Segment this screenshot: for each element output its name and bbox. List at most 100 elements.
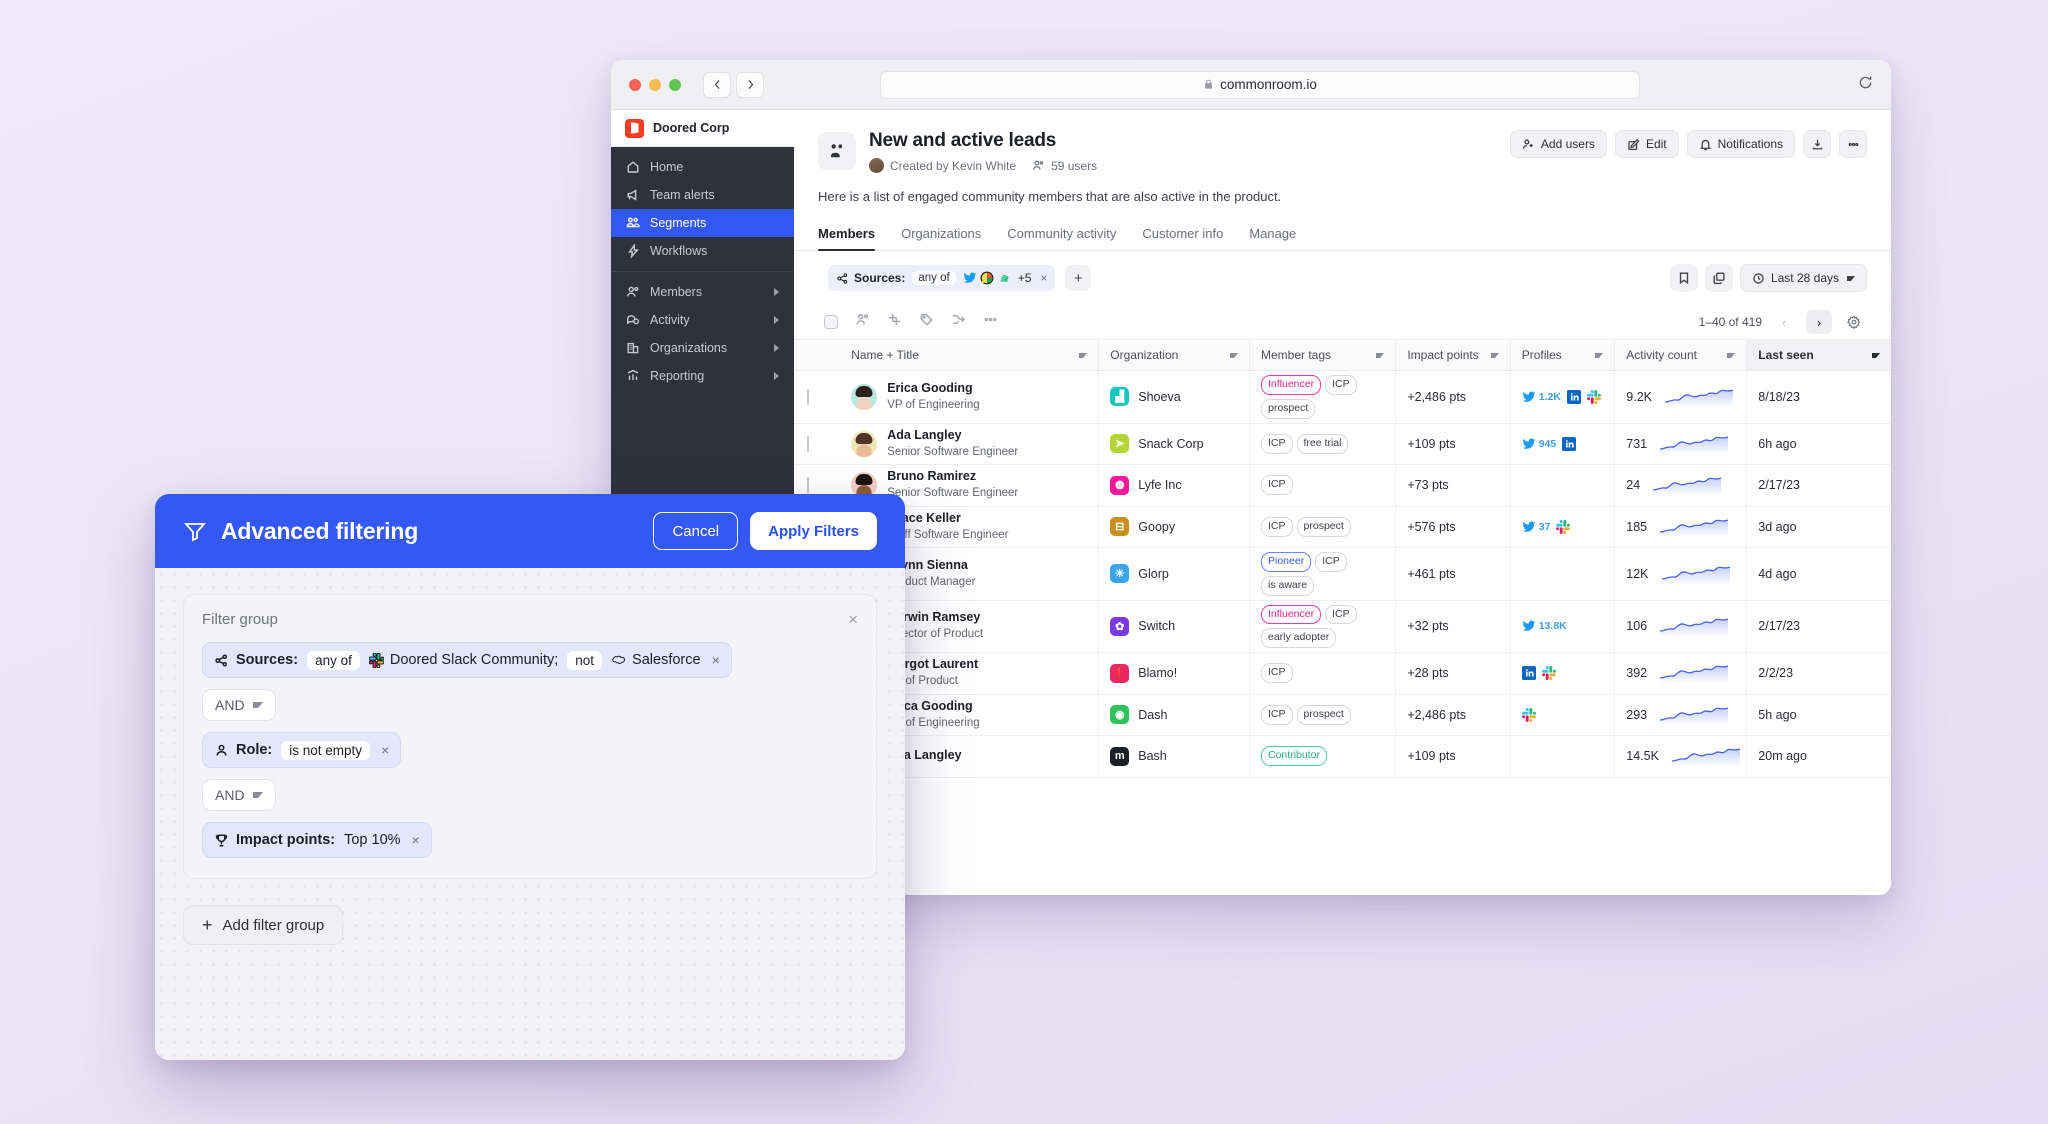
column-impact-points[interactable]: Impact points [1396, 340, 1510, 371]
organization-name[interactable]: Dash [1138, 708, 1167, 722]
member-tag[interactable]: ICP [1325, 605, 1357, 625]
column-organization[interactable]: Organization [1099, 340, 1250, 371]
member-tag[interactable]: early adopter [1261, 628, 1336, 648]
sources-filter-chip[interactable]: Sources: any of +5 × [828, 265, 1055, 291]
browser-nav-buttons[interactable] [703, 72, 764, 98]
maximize-window-button[interactable] [669, 79, 681, 91]
profile-twitter[interactable]: 1.2K [1522, 390, 1561, 404]
sidebar-item-segments[interactable]: Segments [611, 209, 794, 237]
profile-slack[interactable] [1522, 708, 1536, 722]
sidebar-item-workflows[interactable]: Workflows [611, 237, 794, 265]
table-row[interactable]: Ada LangleymBashContributor+109 pts14.5K… [794, 736, 1891, 778]
next-page-button[interactable]: › [1806, 310, 1832, 334]
reload-button[interactable] [1858, 75, 1873, 94]
sidebar-item-home[interactable]: Home [611, 153, 794, 181]
add-users-button[interactable]: Add users [1510, 130, 1607, 158]
merge-icon[interactable] [951, 312, 966, 332]
profile-linkedin[interactable] [1522, 666, 1536, 680]
sources-operator-1[interactable]: any of [307, 651, 360, 670]
sidebar-item-reporting[interactable]: Reporting [611, 362, 794, 390]
tag-icon[interactable] [919, 312, 934, 332]
role-operator[interactable]: is not empty [281, 741, 370, 760]
back-button[interactable] [703, 72, 731, 98]
organization-name[interactable]: Bash [1138, 749, 1167, 763]
table-row[interactable]: Erica GoodingVP of Engineering◉DashICPpr… [794, 694, 1891, 736]
column-member-tags[interactable]: Member tags [1250, 340, 1396, 371]
forward-button[interactable] [736, 72, 764, 98]
member-tag[interactable]: Influencer [1261, 605, 1321, 625]
duplicate-button[interactable] [1705, 264, 1733, 292]
row-checkbox[interactable] [807, 477, 809, 493]
workspace-switcher[interactable]: Doored Corp [611, 110, 794, 147]
more-actions-icon[interactable] [983, 312, 998, 332]
member-tag[interactable]: ICP [1325, 375, 1357, 395]
add-filter-button[interactable]: + [1065, 265, 1091, 291]
column-activity-count[interactable]: Activity count [1615, 340, 1747, 371]
member-name[interactable]: Ada Langley [887, 428, 961, 442]
slack-icon[interactable] [887, 312, 902, 332]
member-tag[interactable]: Contributor [1261, 746, 1327, 766]
row-select-cell[interactable] [794, 423, 840, 465]
member-tag[interactable]: ICP [1261, 705, 1293, 725]
tab-community-activity[interactable]: Community activity [1007, 226, 1116, 250]
member-tag[interactable]: ICP [1261, 434, 1293, 454]
member-tag[interactable]: prospect [1297, 517, 1351, 537]
date-range-button[interactable]: Last 28 days [1740, 264, 1867, 292]
row-checkbox[interactable] [807, 436, 809, 452]
profile-linkedin[interactable] [1562, 437, 1576, 451]
tab-organizations[interactable]: Organizations [901, 226, 981, 250]
profile-twitter[interactable]: 945 [1522, 437, 1557, 451]
notifications-button[interactable]: Notifications [1687, 130, 1795, 158]
table-row[interactable]: Erica GoodingVP of Engineering▟ShoevaInf… [794, 371, 1891, 424]
tab-customer-info[interactable]: Customer info [1142, 226, 1223, 250]
column-last-seen[interactable]: Last seen [1747, 340, 1891, 371]
member-tag[interactable]: free trial [1297, 434, 1349, 454]
sidebar-item-team-alerts[interactable]: Team alerts [611, 181, 794, 209]
sidebar-item-activity[interactable]: Activity [611, 306, 794, 334]
tab-manage[interactable]: Manage [1249, 226, 1296, 250]
sidebar-item-organizations[interactable]: Organizations [611, 334, 794, 362]
close-window-button[interactable] [629, 79, 641, 91]
organization-name[interactable]: Shoeva [1138, 390, 1180, 404]
organization-name[interactable]: Blamo! [1138, 666, 1177, 680]
member-name[interactable]: Erica Gooding [887, 381, 972, 395]
table-row[interactable]: Ada LangleySenior Software Engineer➤Snac… [794, 423, 1891, 465]
more-options-button[interactable] [1839, 130, 1867, 158]
tab-members[interactable]: Members [818, 226, 875, 250]
member-name[interactable]: Bruno Ramirez [887, 469, 976, 483]
organization-name[interactable]: Glorp [1138, 567, 1169, 581]
cancel-button[interactable]: Cancel [653, 512, 738, 550]
organization-name[interactable]: Switch [1138, 619, 1175, 633]
joiner-and-2[interactable]: AND [202, 779, 276, 811]
bookmark-button[interactable] [1670, 264, 1698, 292]
member-tag[interactable]: ICP [1315, 552, 1347, 572]
remove-condition-icon[interactable]: × [412, 832, 420, 848]
profile-slack[interactable] [1542, 666, 1556, 680]
assign-people-icon[interactable] [855, 312, 870, 332]
download-button[interactable] [1803, 130, 1831, 158]
table-row[interactable]: Brynn SiennaProduct Manager✳GlorpPioneer… [794, 548, 1891, 601]
member-tag[interactable]: is aware [1261, 576, 1314, 596]
row-checkbox[interactable] [807, 389, 809, 405]
prev-page-button[interactable]: ‹ [1771, 310, 1797, 334]
row-select-cell[interactable] [794, 371, 840, 424]
remove-group-icon[interactable]: × [848, 611, 858, 628]
column-name-title[interactable]: Name + Title [840, 340, 1099, 371]
table-row[interactable]: Margot LaurentVP of Product❗Blamo!ICP+28… [794, 653, 1891, 695]
window-traffic-lights[interactable] [629, 79, 681, 91]
remove-condition-icon[interactable]: × [381, 742, 389, 758]
profile-slack[interactable] [1587, 390, 1601, 404]
sources-condition-chip[interactable]: Sources: any of Doored Slack Community; … [202, 642, 732, 678]
member-tag[interactable]: Influencer [1261, 375, 1321, 395]
remove-condition-icon[interactable]: × [712, 652, 720, 668]
organization-name[interactable]: Snack Corp [1138, 437, 1203, 451]
table-row[interactable]: Grace KellerStaff Software Engineer⊟Goop… [794, 506, 1891, 548]
table-row[interactable]: Darwin RamseyDirector of Product✿SwitchI… [794, 600, 1891, 653]
column-profiles[interactable]: Profiles [1510, 340, 1615, 371]
joiner-and-1[interactable]: AND [202, 689, 276, 721]
impact-points-condition-chip[interactable]: Impact points: Top 10% × [202, 822, 432, 858]
add-filter-group-button[interactable]: + Add filter group [183, 905, 343, 945]
member-tag[interactable]: Pioneer [1261, 552, 1311, 572]
member-tag[interactable]: ICP [1261, 663, 1293, 683]
apply-filters-button[interactable]: Apply Filters [750, 512, 877, 550]
